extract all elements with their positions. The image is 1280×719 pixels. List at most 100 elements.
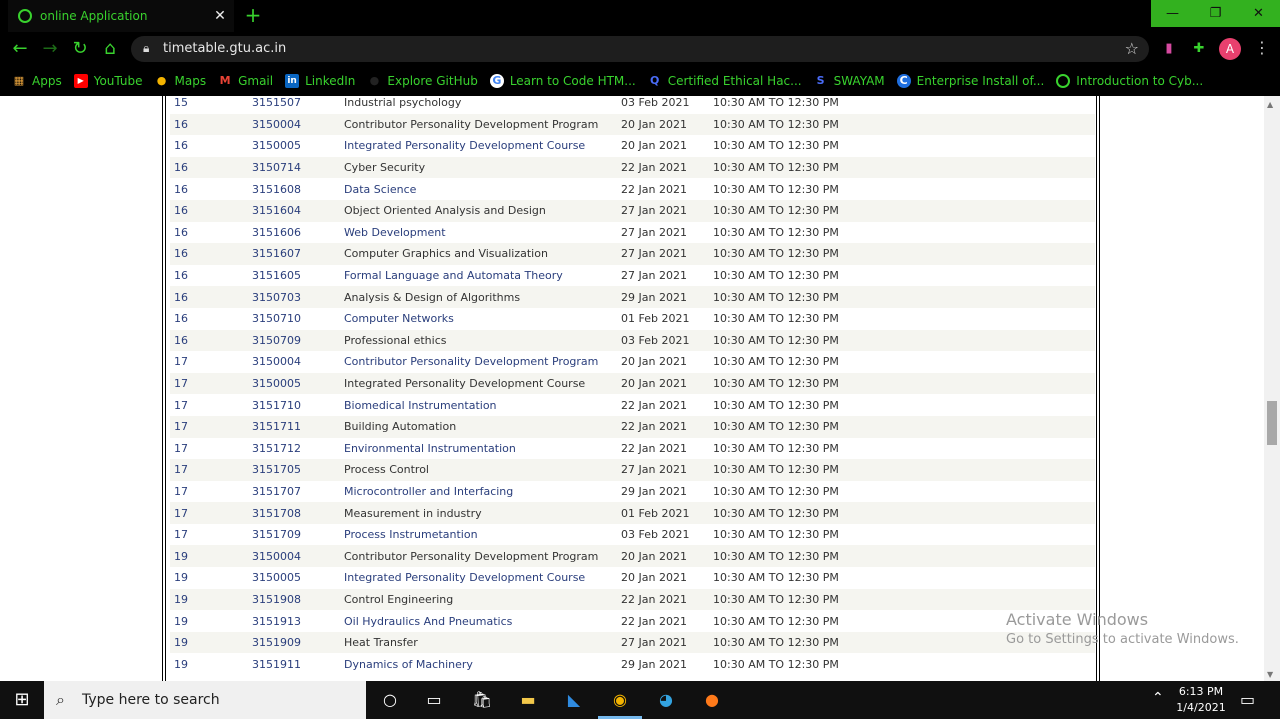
address-bar[interactable]: 🔒︎ timetable.gtu.ac.in ☆ — [131, 36, 1149, 62]
subject-name-cell: Web Development — [344, 225, 446, 239]
taskbar: ⊞ ⌕ Type here to search ○ ▭ 🛍︎ ▬ ◣ ◉ ◕ ●… — [0, 681, 1280, 719]
bookmarks-bar: ▦ Apps ▶ YouTube ● Maps M Gmail in Linke… — [0, 66, 1280, 96]
restore-button[interactable]: ❐ — [1194, 0, 1237, 27]
scrollbar-thumb[interactable] — [1267, 401, 1277, 445]
browser-tab[interactable]: online Application ✕ — [8, 0, 234, 32]
table-row: 16 3150005 Integrated Personality Developm… — [170, 135, 1095, 157]
bookmark-apps[interactable]: ▦ Apps — [12, 74, 62, 88]
edge-icon[interactable]: ◕ — [654, 688, 678, 712]
store-icon[interactable]: 🛍︎ — [470, 688, 494, 712]
bookmark-label: Certified Ethical Hac... — [667, 74, 802, 88]
subject-code-cell: 3151710 — [252, 398, 301, 412]
semester-cell: 15 — [174, 96, 188, 110]
exam-time-cell: 10:30 AM TO 12:30 PM — [713, 459, 1095, 481]
bookmark-label: LinkedIn — [305, 74, 356, 88]
bookmark-github[interactable]: ● Explore GitHub — [367, 74, 478, 88]
semester-cell: 19 — [174, 571, 188, 585]
activate-windows-watermark: Activate Windows Go to Settings to activ… — [1006, 610, 1239, 647]
subject-name-cell: Measurement in industry — [344, 502, 621, 524]
c-icon: C — [896, 74, 911, 88]
subject-code-cell: 3150703 — [252, 286, 344, 308]
table-row: 16 3151606 Web Development 27 Jan 2021 10:30… — [170, 222, 1095, 244]
tray-chevron-up-icon[interactable]: ⌃ — [1152, 690, 1164, 706]
cortana-icon[interactable]: ○ — [378, 688, 402, 712]
exam-time-cell: 10:30 AM TO 12:30 PM — [713, 96, 839, 110]
url-text[interactable]: timetable.gtu.ac.in — [163, 41, 286, 56]
subject-code-cell: 3151709 — [252, 528, 301, 542]
bookmark-intro-cyber[interactable]: Introduction to Cyb... — [1056, 74, 1203, 88]
extension-icon[interactable]: ▮ — [1160, 40, 1178, 58]
subject-name-cell: Computer Graphics and Visualization — [344, 243, 621, 265]
bookmark-ethical-hacking[interactable]: Q Certified Ethical Hac... — [648, 74, 802, 88]
subject-code-cell: 3151604 — [252, 199, 344, 222]
bookmark-gmail[interactable]: M Gmail — [218, 74, 274, 88]
exam-date-cell: 20 Jan 2021 — [621, 113, 713, 136]
scroll-up-icon[interactable]: ▲ — [1267, 100, 1273, 109]
browser-toolbar: ← → ↻ ⌂ 🔒︎ timetable.gtu.ac.in ☆ ▮ ✚ — [0, 32, 1280, 66]
puzzle-icon[interactable]: ✚ — [1190, 40, 1208, 58]
exam-date-cell: 27 Jan 2021 — [621, 631, 713, 654]
subject-code-cell: 3150004 — [252, 113, 344, 136]
scrollbar[interactable]: ▲ ▼ — [1264, 96, 1280, 681]
vscode-icon[interactable]: ◣ — [562, 688, 586, 712]
subject-code-cell: 3150005 — [252, 571, 301, 585]
taskbar-clock[interactable]: 6:13 PM 1/4/2021 — [1166, 684, 1236, 716]
notification-icon[interactable]: ▭ — [1240, 690, 1255, 709]
close-window-button[interactable]: ✕ — [1237, 0, 1280, 27]
subject-name-cell: Analysis & Design of Algorithms — [344, 286, 621, 308]
task-view-icon[interactable]: ▭ — [422, 688, 446, 712]
exam-date-cell: 22 Jan 2021 — [621, 415, 713, 438]
watermark-subtitle: Go to Settings to activate Windows. — [1006, 632, 1239, 647]
bookmark-maps[interactable]: ● Maps — [155, 74, 206, 88]
bookmark-enterprise[interactable]: C Enterprise Install of... — [896, 74, 1045, 88]
chrome-icon[interactable]: ◉ — [608, 688, 632, 712]
exam-time-cell: 10:30 AM TO 12:30 PM — [713, 243, 1095, 265]
taskbar-search[interactable]: ⌕ Type here to search — [44, 681, 366, 719]
avatar[interactable]: A — [1219, 38, 1241, 60]
bookmark-linkedin[interactable]: in LinkedIn — [285, 74, 355, 88]
table-row: 17 3150005 Integrated Personality Developm… — [170, 372, 1095, 395]
table-row: 16 3151608 Data Science 22 Jan 2021 10:30 AM… — [170, 178, 1095, 200]
exam-date-cell: 27 Jan 2021 — [621, 225, 687, 239]
table-row: 19 3150004 Contributor Personality Develop… — [170, 545, 1095, 568]
exam-time-cell: 10:30 AM TO 12:30 PM — [713, 355, 839, 369]
back-icon[interactable]: ← — [9, 38, 31, 60]
exam-date-cell: 22 Jan 2021 — [621, 156, 713, 179]
bookmark-swayam[interactable]: S SWAYAM — [814, 74, 885, 88]
bookmark-star-icon[interactable]: ☆ — [1125, 39, 1139, 58]
bookmark-youtube[interactable]: ▶ YouTube — [73, 74, 143, 88]
windows-start-icon[interactable]: ⊞ — [0, 681, 44, 719]
globe-icon — [18, 9, 32, 23]
exam-time-cell: 10:30 AM TO 12:30 PM — [713, 588, 1095, 611]
table-row: 17 3151707 Microcontroller and Interfacing… — [170, 481, 1095, 503]
bookmark-learn-code[interactable]: G Learn to Code HTM... — [489, 74, 636, 88]
table-row: 19 3151908 Control Engineering 22 Jan 2021 1… — [170, 588, 1095, 611]
subject-code-cell: 3151708 — [252, 502, 344, 524]
close-tab-icon[interactable]: ✕ — [210, 8, 230, 24]
semester-cell: 17 — [174, 484, 188, 498]
semester-cell: 17 — [174, 528, 188, 542]
table-row: 16 3150703 Analysis & Design of Algorithms… — [170, 286, 1095, 308]
menu-icon[interactable]: ⋮ — [1254, 38, 1270, 57]
home-icon[interactable]: ⌂ — [99, 38, 121, 60]
table-row: 19 3151909 Heat Transfer 27 Jan 2021 10:30 A… — [170, 631, 1095, 654]
firefox-icon[interactable]: ● — [700, 688, 724, 712]
reload-icon[interactable]: ↻ — [69, 38, 91, 60]
exam-time-cell: 10:30 AM TO 12:30 PM — [713, 139, 839, 153]
table-row: 17 3150004 Contributor Personality Develop… — [170, 351, 1095, 373]
exam-time-cell: 10:30 AM TO 12:30 PM — [713, 156, 1095, 179]
file-explorer-icon[interactable]: ▬ — [516, 688, 540, 712]
semester-cell: 19 — [174, 657, 188, 671]
exam-date-cell: 22 Jan 2021 — [621, 398, 687, 412]
forward-icon[interactable]: → — [39, 38, 61, 60]
subject-name-cell: Oil Hydraulics And Pneumatics — [344, 614, 513, 628]
table-row: 19 3151913 Oil Hydraulics And Pneumatics 22… — [170, 610, 1095, 632]
minimize-button[interactable]: — — [1151, 0, 1194, 27]
subject-name-cell: Environmental Instrumentation — [344, 441, 516, 455]
semester-cell: 19 — [174, 614, 188, 628]
maps-pin-icon: ● — [156, 74, 167, 87]
scroll-down-icon[interactable]: ▼ — [1267, 670, 1273, 679]
table-row: 17 3151710 Biomedical Instrumentation 22 Ja… — [170, 394, 1095, 416]
new-tab-button[interactable]: + — [241, 4, 265, 28]
bookmark-label: Enterprise Install of... — [916, 74, 1045, 88]
